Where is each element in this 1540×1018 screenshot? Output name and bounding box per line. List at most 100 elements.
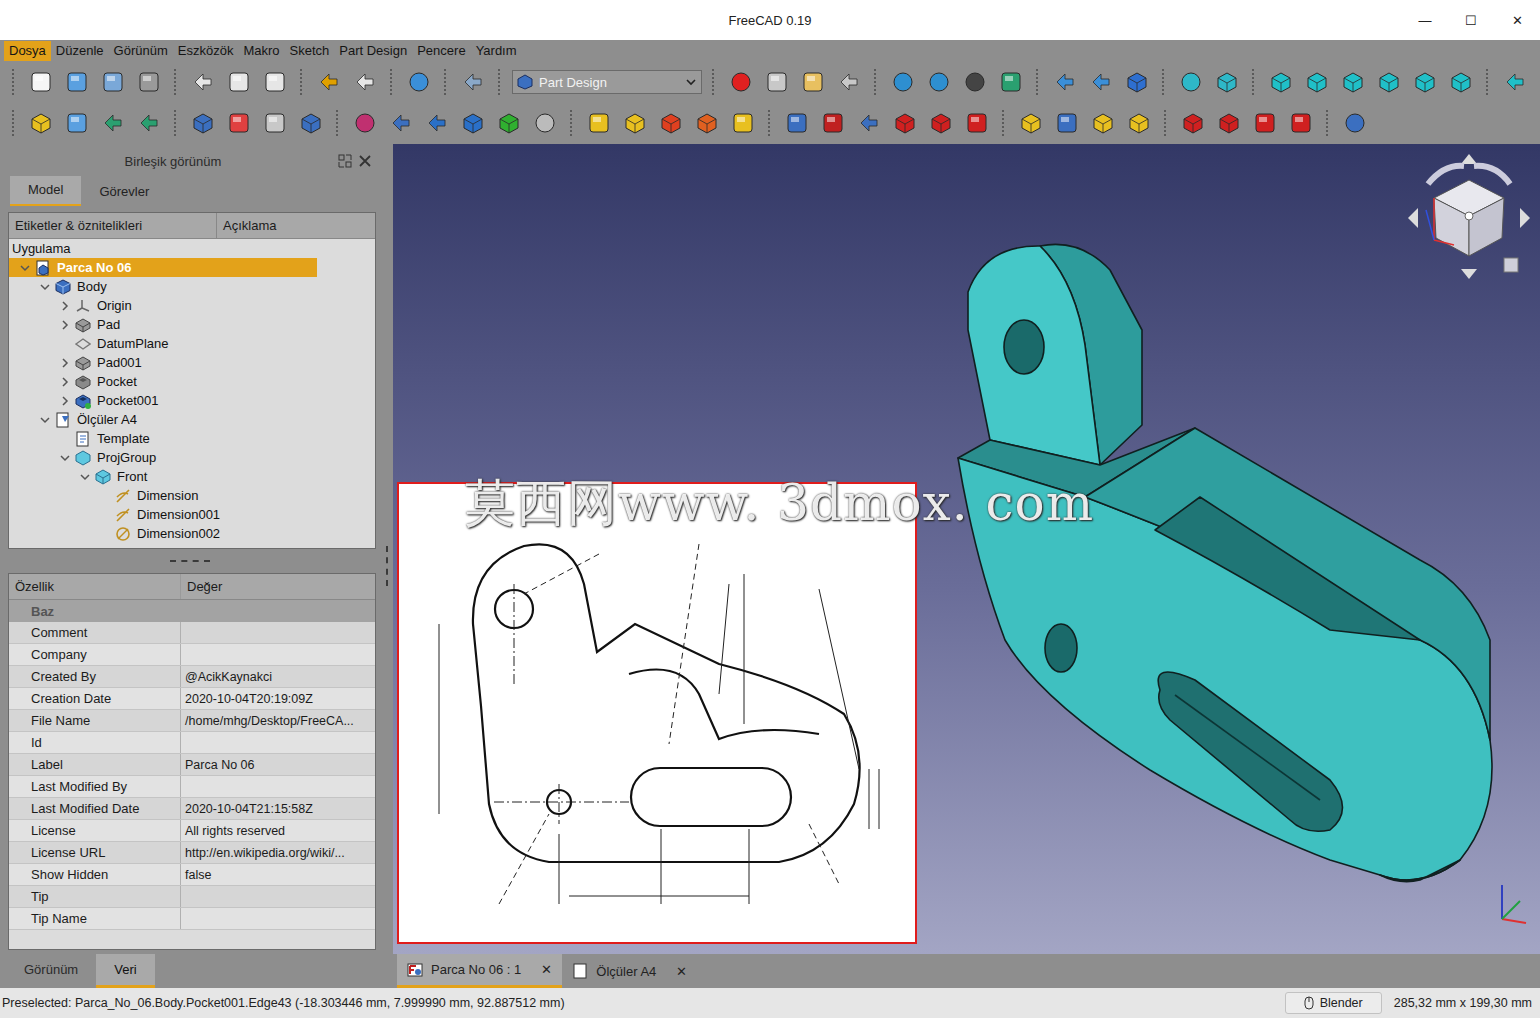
toolbar-grip[interactable] — [498, 69, 502, 95]
toolbar-button[interactable] — [818, 108, 848, 138]
toolbar-button[interactable] — [762, 67, 792, 97]
property-row[interactable]: Show Hiddenfalse — [9, 864, 375, 886]
property-row[interactable]: Comment — [9, 622, 375, 644]
tree-item[interactable]: ProjGroup — [9, 448, 317, 467]
tree-item[interactable]: Pad — [9, 315, 317, 334]
toolbar-grip[interactable] — [1036, 69, 1040, 95]
tree-item[interactable]: DatumPlane — [9, 334, 317, 353]
menu-item[interactable]: Makro — [238, 41, 284, 61]
column-header[interactable]: Değer — [181, 574, 228, 599]
property-row[interactable]: LicenseAll rights reserved — [9, 820, 375, 842]
property-row[interactable]: License URLhttp://en.wikipedia.org/wiki/… — [9, 842, 375, 864]
property-row[interactable]: LabelParca No 06 — [9, 754, 375, 776]
toolbar-button[interactable] — [260, 67, 290, 97]
property-value[interactable]: 2020-10-04T21:15:58Z — [181, 798, 375, 819]
navigation-cube[interactable] — [1404, 150, 1534, 288]
toolbar-grip[interactable] — [1326, 110, 1330, 136]
toolbar-button[interactable] — [260, 108, 290, 138]
toolbar-button[interactable] — [494, 108, 524, 138]
toolbar-button[interactable] — [296, 108, 326, 138]
panel-tab[interactable]: Model — [10, 176, 81, 206]
close-button[interactable]: ✕ — [1494, 13, 1540, 28]
toolbar-grip[interactable] — [174, 110, 178, 136]
toolbar-button[interactable] — [134, 108, 164, 138]
menu-item[interactable]: Dosya — [4, 41, 51, 61]
column-header[interactable]: Açıklama — [217, 213, 282, 238]
menu-item[interactable]: Görünüm — [109, 41, 173, 61]
toolbar-button[interactable] — [98, 108, 128, 138]
property-row[interactable]: Company — [9, 644, 375, 666]
tab-close-button[interactable]: ✕ — [676, 964, 687, 979]
3d-view[interactable]: 莫西网www. 3dmox. com — [393, 144, 1540, 954]
toolbar-button[interactable] — [1176, 67, 1206, 97]
tree-item[interactable]: Dimension002 — [9, 524, 317, 543]
toolbar-button[interactable] — [1374, 67, 1404, 97]
toolbar-button[interactable] — [1050, 67, 1080, 97]
toolbar-button[interactable] — [1286, 108, 1316, 138]
splitter-handle[interactable] — [386, 546, 388, 586]
tree-item[interactable]: Dimension — [9, 486, 317, 505]
toolbar-button[interactable] — [1178, 108, 1208, 138]
toolbar-grip[interactable] — [1252, 69, 1256, 95]
expander[interactable] — [57, 450, 73, 466]
property-row[interactable]: Last Modified Date2020-10-04T21:15:58Z — [9, 798, 375, 820]
property-value[interactable] — [181, 908, 375, 929]
toolbar-button[interactable] — [1124, 108, 1154, 138]
tree-item[interactable]: Body — [9, 277, 317, 296]
property-value[interactable]: 2020-10-04T20:19:09Z — [181, 688, 375, 709]
column-header[interactable]: Özellik — [9, 574, 181, 599]
property-value[interactable] — [181, 622, 375, 643]
expander[interactable] — [17, 260, 33, 276]
menu-item[interactable]: Yardım — [471, 41, 522, 61]
toolbar-button[interactable] — [1250, 108, 1280, 138]
expander[interactable] — [77, 469, 93, 485]
toolbar-button[interactable] — [134, 67, 164, 97]
property-tab[interactable]: Veri — [96, 954, 154, 988]
property-row[interactable]: Tip Name — [9, 908, 375, 930]
panel-tab[interactable]: Görevler — [81, 178, 167, 206]
expander[interactable] — [37, 412, 53, 428]
expander[interactable] — [37, 279, 53, 295]
navigation-style-button[interactable]: Blender — [1285, 992, 1382, 1014]
toolbar-button[interactable] — [458, 67, 488, 97]
tree-item[interactable]: Template — [9, 429, 317, 448]
menu-item[interactable]: Düzenle — [51, 41, 109, 61]
menu-item[interactable]: Part Design — [334, 41, 412, 61]
toolbar-button[interactable] — [62, 108, 92, 138]
toolbar-grip[interactable] — [12, 110, 16, 136]
tree-item[interactable]: Dimension001 — [9, 505, 317, 524]
expander[interactable] — [57, 393, 73, 409]
toolbar-grip[interactable] — [12, 69, 16, 95]
property-value[interactable]: false — [181, 864, 375, 885]
toolbar-button[interactable] — [26, 67, 56, 97]
menu-item[interactable]: Sketch — [285, 41, 335, 61]
property-value[interactable]: /home/mhg/Desktop/FreeCA... — [181, 710, 375, 731]
document-tab[interactable]: Ölçüler A4✕ — [562, 954, 697, 988]
toolbar-button[interactable] — [726, 67, 756, 97]
tree-item[interactable]: Uygulama — [9, 239, 317, 258]
toolbar-button[interactable] — [224, 108, 254, 138]
menu-item[interactable]: Eszközök — [173, 41, 239, 61]
expander[interactable] — [57, 317, 73, 333]
toolbar-button[interactable] — [386, 108, 416, 138]
toolbar-grip[interactable] — [390, 69, 394, 95]
toolbar-button[interactable] — [1088, 108, 1118, 138]
toolbar-button[interactable] — [834, 67, 864, 97]
toolbar-button[interactable] — [1302, 67, 1332, 97]
toolbar-button[interactable] — [798, 67, 828, 97]
property-value[interactable]: http://en.wikipedia.org/wiki/... — [181, 842, 375, 863]
document-tab[interactable]: Parca No 06 : 1✕ — [397, 954, 562, 988]
toolbar-button[interactable] — [350, 67, 380, 97]
toolbar-button[interactable] — [888, 67, 918, 97]
property-row[interactable]: File Name/home/mhg/Desktop/FreeCA... — [9, 710, 375, 732]
tree-item[interactable]: Ölçüler A4 — [9, 410, 317, 429]
tab-close-button[interactable]: ✕ — [541, 962, 552, 977]
property-tab[interactable]: Görünüm — [6, 954, 96, 988]
toolbar-grip[interactable] — [570, 110, 574, 136]
property-row[interactable]: Id — [9, 732, 375, 754]
toolbar-button[interactable] — [1086, 67, 1116, 97]
tree-item[interactable]: Pad001 — [9, 353, 317, 372]
toolbar-button[interactable] — [458, 108, 488, 138]
toolbar-button[interactable] — [1214, 108, 1244, 138]
tree-item[interactable]: Origin — [9, 296, 317, 315]
